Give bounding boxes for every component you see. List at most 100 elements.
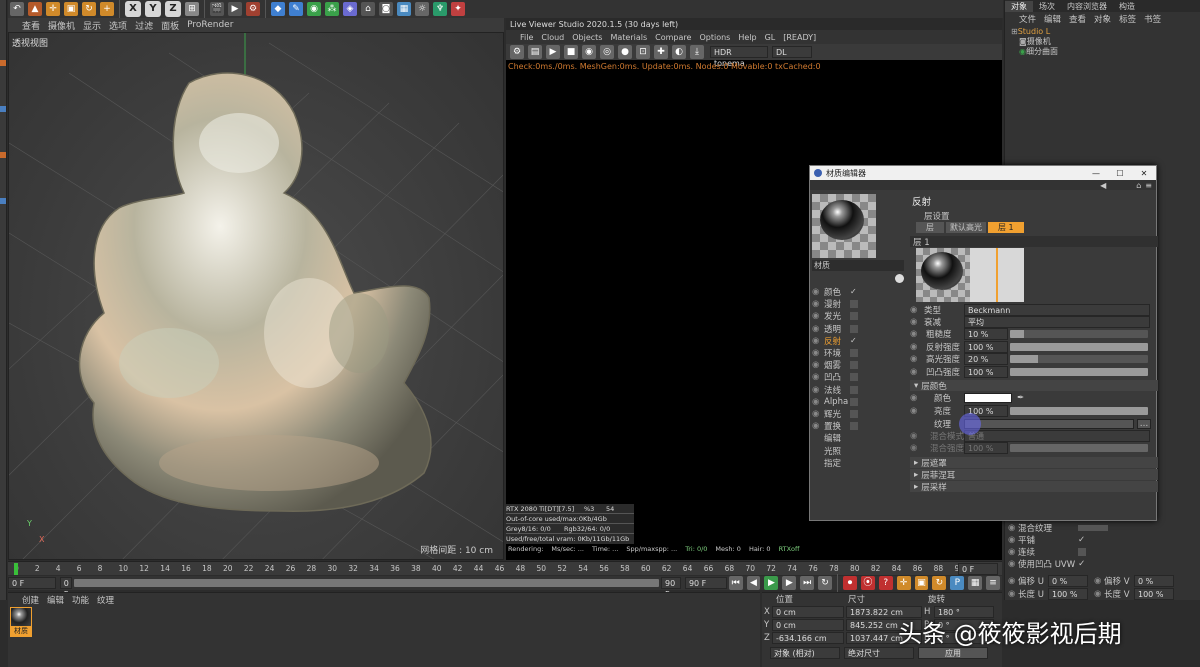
scene-icon[interactable]: ⌂ [361,2,375,16]
lv-render-icon[interactable]: ▶ [546,45,560,59]
axis-y-button[interactable]: Y [145,1,161,17]
lv-lock-icon[interactable]: ▤ [528,45,542,59]
frame-left-field[interactable]: 0 F [8,577,56,589]
tab-content-browser[interactable]: 内容浏览器 [1061,1,1113,12]
frame-start-field[interactable]: 0 F [59,577,72,599]
scale-icon[interactable]: ▣ [64,2,78,16]
tab-objects[interactable]: 对象 [1005,0,1033,12]
home-icon[interactable]: ⌂ [1136,181,1141,190]
lv-pause-icon[interactable]: ◉ [582,45,596,59]
timeline-ruler[interactable]: 0246810121416182022242628303234363840424… [8,561,1002,575]
lv-pick-icon[interactable]: ✚ [654,45,668,59]
channel-checkbox[interactable] [850,397,858,406]
channel-checkbox[interactable] [850,324,858,333]
autokey-icon[interactable]: ⦿ [860,576,875,590]
radio-dot-icon[interactable]: ◉ [812,409,824,419]
tab-takes[interactable]: 场次 [1033,1,1061,12]
rotate-key-icon[interactable]: ↻ [932,576,947,590]
select-icon[interactable]: ▲ [28,2,42,16]
material-preview-thumb[interactable] [812,194,876,258]
channel-item[interactable]: ◉ 透明 [810,323,906,335]
keyframe-icon[interactable]: ? [878,576,893,590]
loop-icon[interactable]: ↻ [818,576,833,590]
radio-dot-icon[interactable]: ◉ [812,372,824,382]
param-slider[interactable] [1010,367,1148,376]
tree-item-subdivision[interactable]: ◉ 细分曲面 [1011,46,1200,56]
radio-dot-icon[interactable]: ◉ [910,342,924,352]
timeline-grid-icon[interactable]: ▦ [968,576,983,590]
chrome-buddha-model[interactable] [9,33,504,560]
material-picker-icon[interactable] [895,273,904,283]
lv-menu-gl[interactable]: GL [765,33,776,42]
texture-slot[interactable] [959,412,1134,435]
blend-mode-dropdown[interactable]: 普通 [964,430,1150,442]
subdivision-icon[interactable]: ◉ [307,2,321,16]
undo-icon[interactable]: ↶ [10,2,24,16]
channel-item[interactable]: ◉ 环境 [810,347,906,359]
texture-more-button[interactable]: … [1137,418,1151,429]
playhead[interactable] [14,563,18,575]
offset-u-field[interactable]: 0 % [1048,574,1088,587]
layer-mask-header[interactable]: ▸ 层遮罩 [910,457,1158,469]
param-slider[interactable] [1010,330,1148,339]
channel-checkbox[interactable] [850,312,858,321]
lv-menu-cloud[interactable]: Cloud [541,33,564,42]
menu-filter[interactable]: 过滤 [135,19,153,32]
radio-dot-icon[interactable]: ◉ [910,317,924,327]
length-v-field[interactable]: 100 % [1134,587,1174,600]
channel-item[interactable]: ◉ 颜色 ✓ [810,286,906,298]
frame-end-field[interactable]: 90 F [661,577,681,599]
maximize-icon[interactable]: ☐ [1108,169,1132,178]
channel-item[interactable]: ◉ 反射 ✓ [810,335,906,347]
material-slot[interactable]: 材质 [10,607,32,637]
param-key-icon[interactable]: P [950,576,965,590]
channel-item[interactable]: ◉ 法线 [810,384,906,396]
layer-tab-layer1[interactable]: 层 1 [988,221,1024,233]
go-end-icon[interactable]: ⏭ [800,576,815,590]
param-field[interactable]: 100 % [964,340,1008,353]
blend-strength-field[interactable]: 100 % [964,442,1008,454]
channel-item[interactable]: 编辑 [810,432,906,444]
use-bump-checkbox[interactable]: ✓ [1078,559,1085,569]
radio-dot-icon[interactable]: ◉ [812,348,824,358]
channel-item[interactable]: ◉ 凹凸 [810,371,906,383]
rotate-icon[interactable]: ↻ [82,2,96,16]
coord-pos-field[interactable]: -634.166 cm [772,631,844,644]
channel-item[interactable]: ◉ 辉光 [810,408,906,420]
lv-camera-icon[interactable]: ◎ [600,45,614,59]
menu-view[interactable]: 查看 [22,19,40,32]
mm-menu-create[interactable]: 创建 [22,594,39,606]
lv-focus-icon[interactable]: ◐ [672,45,686,59]
render-settings-icon[interactable]: ⚙ [246,2,260,16]
frame-range-slider[interactable] [73,579,660,587]
radio-dot-icon[interactable]: ◉ [812,311,824,321]
eyedropper-icon[interactable]: ✒ [1017,393,1024,403]
menu-display[interactable]: 显示 [83,19,101,32]
play-icon[interactable]: ▶ [764,576,779,590]
seamless-checkbox[interactable] [1078,548,1086,556]
tab-structure[interactable]: 构造 [1113,1,1141,12]
current-frame-right[interactable]: 0 F [958,563,998,575]
pen-icon[interactable]: ✎ [289,2,303,16]
perspective-viewport[interactable]: 透视视图 Y X 网格间距 : 10 cm [8,32,504,560]
blend-strength-bar[interactable] [1010,444,1148,452]
param-field[interactable]: 20 % [964,353,1008,366]
lv-save-icon[interactable]: ⤓ [690,45,704,59]
mm-menu-edit[interactable]: 编辑 [47,594,64,606]
camera-icon[interactable]: ◙ [379,2,393,16]
material-name-field[interactable]: 材质 [812,260,904,271]
radio-dot-icon[interactable]: ◉ [812,397,824,407]
coord-pos-field[interactable]: 0 cm [772,605,844,618]
mm-menu-function[interactable]: 功能 [72,594,89,606]
coord-pos-field[interactable]: 0 cm [772,618,844,631]
render-view-icon[interactable]: ▶ [228,2,242,16]
tile-checkbox[interactable]: ✓ [1078,535,1085,545]
cloner-icon[interactable]: ⁂ [325,2,339,16]
move-key-icon[interactable]: ✛ [896,576,911,590]
brightness-bar[interactable] [1010,406,1148,415]
channel-item[interactable]: 指定 [810,457,906,469]
channel-checkbox[interactable]: ✓ [850,336,858,345]
lv-sphere-icon[interactable]: ● [618,45,632,59]
timeline-menu-icon[interactable]: ≡ [986,576,1001,590]
go-start-icon[interactable]: ⏮ [728,576,743,590]
